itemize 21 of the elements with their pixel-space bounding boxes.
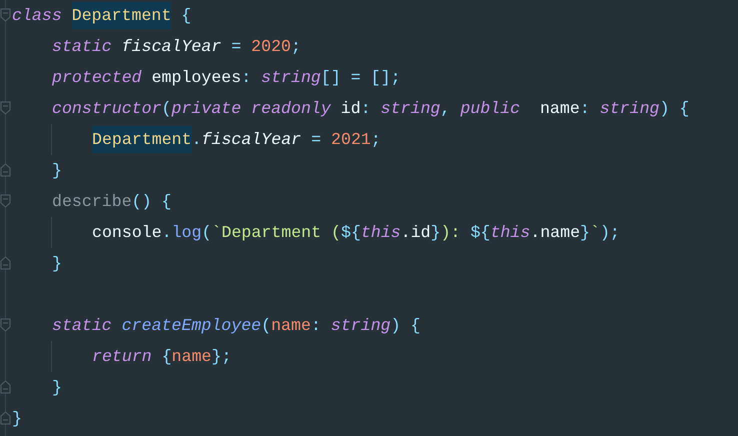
code-line: protected employees: string[] = []; <box>52 66 401 88</box>
fold-expand-icon[interactable] <box>0 380 11 394</box>
fold-expand-icon[interactable] <box>0 256 11 270</box>
code-line: constructor(private readonly id: string, public name: string) { <box>52 98 690 120</box>
code-line: console.log(`Department (${this.id}): ${this.name}`); <box>92 222 620 244</box>
code-line: return {name}; <box>92 346 232 368</box>
fold-collapse-icon[interactable] <box>0 8 11 22</box>
code-line: static fiscalYear = 2020; <box>52 36 301 58</box>
fold-expand-icon[interactable] <box>0 163 11 177</box>
code-line: } <box>52 376 62 398</box>
code-line: } <box>52 252 62 274</box>
code-line: class Department { <box>12 4 192 28</box>
fold-expand-icon[interactable] <box>0 411 11 425</box>
code-line: Department.fiscalYear = 2021; <box>92 128 381 152</box>
fold-collapse-icon[interactable] <box>0 318 11 332</box>
code-line: static createEmployee(name: string) { <box>52 314 420 336</box>
fold-collapse-icon[interactable] <box>0 101 11 115</box>
code-line: describe() { <box>52 190 172 212</box>
code-line: } <box>12 408 22 430</box>
code-line: } <box>52 160 62 182</box>
fold-collapse-icon[interactable] <box>0 194 11 208</box>
